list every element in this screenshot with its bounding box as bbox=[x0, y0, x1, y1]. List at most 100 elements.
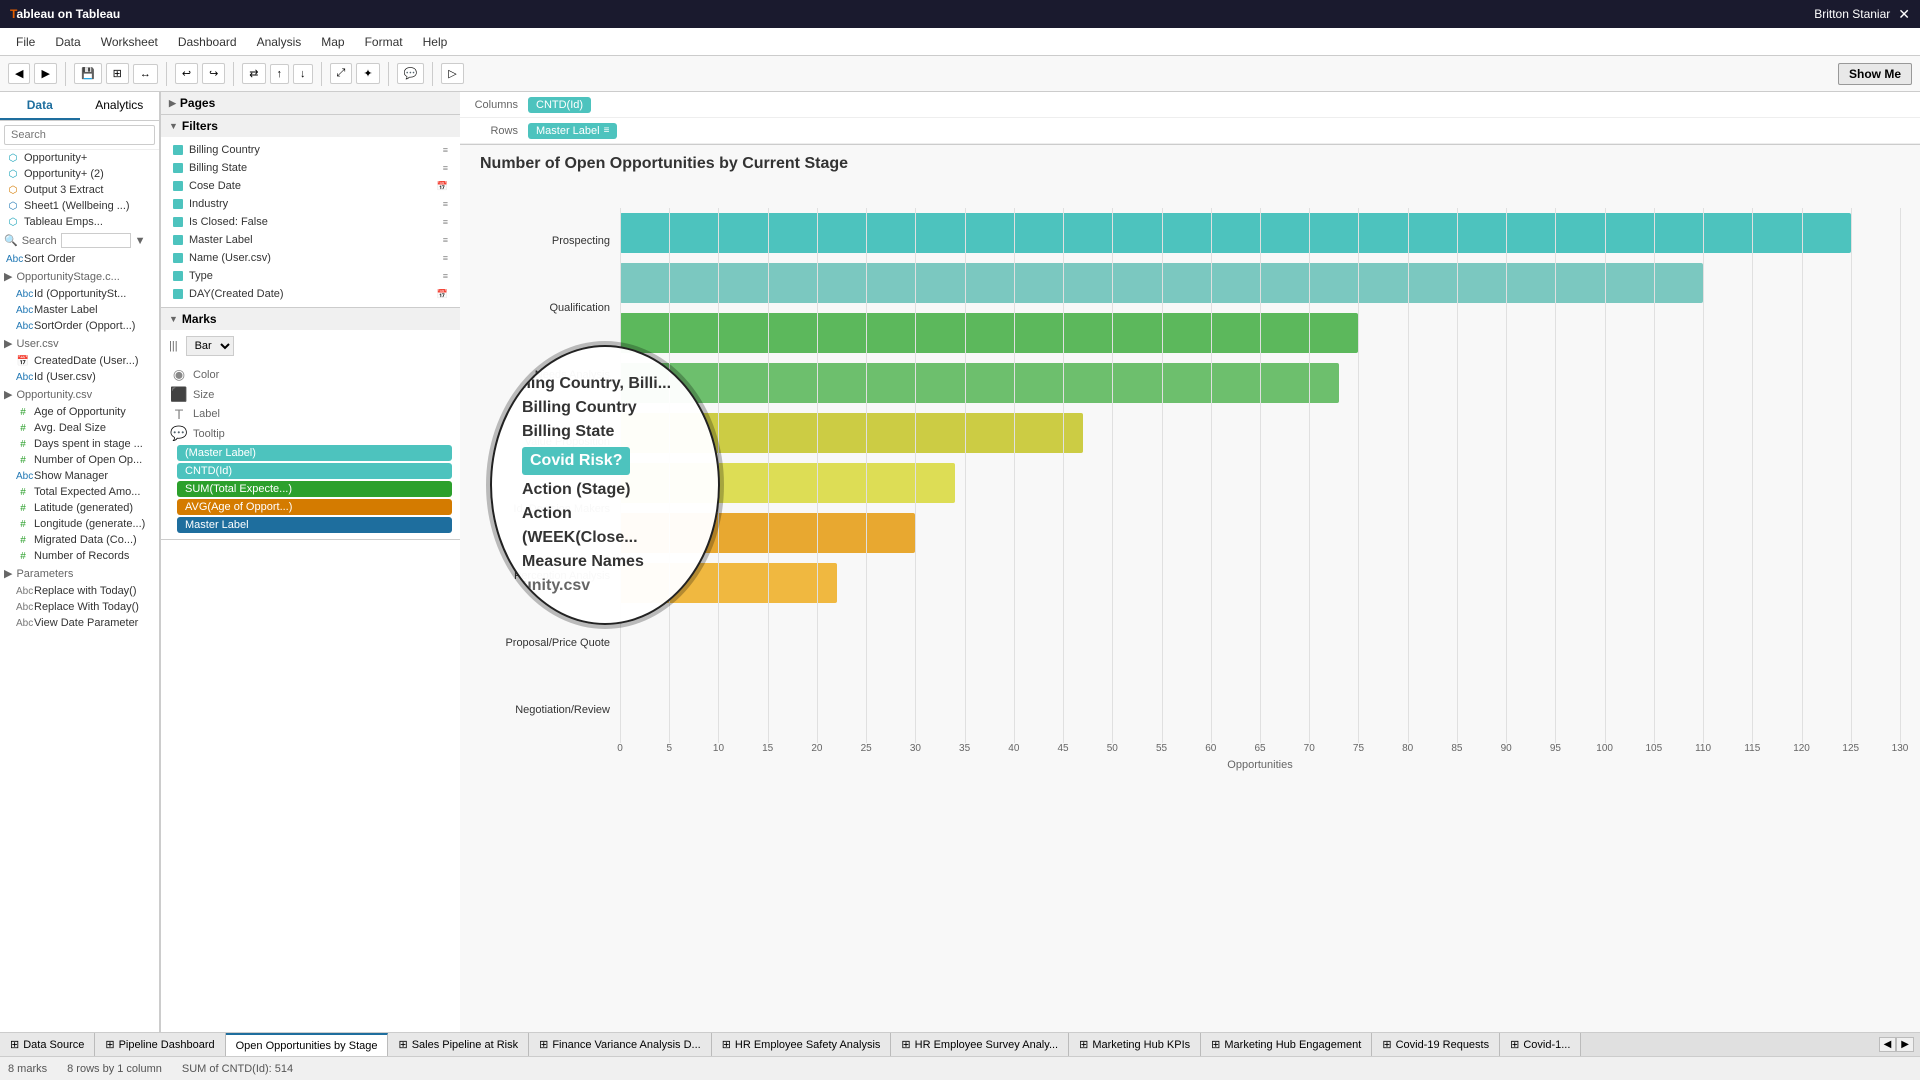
measure-age[interactable]: # Age of Opportunity bbox=[0, 404, 159, 420]
tab-open-opps[interactable]: Open Opportunities by Stage bbox=[226, 1033, 389, 1056]
toolbar-tooltip[interactable]: 💬 bbox=[397, 63, 425, 84]
dim-master-label[interactable]: Abc Master Label bbox=[0, 302, 159, 318]
chart-bar[interactable] bbox=[620, 263, 1703, 303]
filter-type[interactable]: Type ≡ bbox=[169, 267, 452, 285]
search-section-header[interactable]: 🔍 Search ▼ bbox=[0, 230, 159, 251]
marks-pill-cntd[interactable]: CNTD(Id) bbox=[177, 463, 452, 479]
param-2[interactable]: Abc Replace With Today() bbox=[0, 599, 159, 615]
tab-analytics[interactable]: Analytics bbox=[80, 92, 160, 120]
section-user-csv[interactable]: ▶ User.csv bbox=[0, 334, 159, 353]
section-opp-csv[interactable]: ▶ Opportunity.csv bbox=[0, 385, 159, 404]
filter-close-date[interactable]: Cose Date 📅 bbox=[169, 177, 452, 195]
bar-row[interactable] bbox=[620, 558, 1900, 608]
chart-bar[interactable] bbox=[620, 363, 1339, 403]
section-opp-stage[interactable]: ▶ OpportunityStage.c... bbox=[0, 267, 159, 286]
chart-bar[interactable] bbox=[620, 313, 1358, 353]
filter-search-input[interactable] bbox=[61, 233, 131, 248]
toolbar-sort-desc[interactable]: ↓ bbox=[293, 64, 313, 84]
measure-days-spent[interactable]: # Days spent in stage ... bbox=[0, 436, 159, 452]
toolbar-highlight[interactable]: ✦ bbox=[356, 63, 379, 84]
tab-finance[interactable]: ⊞ Finance Variance Analysis D... bbox=[529, 1033, 712, 1056]
toolbar-connect[interactable]: ↔ bbox=[133, 64, 158, 84]
filter-name-user[interactable]: Name (User.csv) ≡ bbox=[169, 249, 452, 267]
marks-header[interactable]: ▼ Marks bbox=[161, 308, 460, 330]
toolbar-fit[interactable]: ⤢ bbox=[330, 63, 353, 84]
chart-bar[interactable] bbox=[620, 213, 1851, 253]
search-input[interactable] bbox=[4, 125, 155, 145]
bar-row[interactable] bbox=[620, 408, 1900, 458]
marks-pill-master-label-2[interactable]: Master Label bbox=[177, 517, 452, 533]
ds-output-3[interactable]: ⬡ Output 3 Extract bbox=[0, 182, 159, 198]
marks-pill-sum-total[interactable]: SUM(Total Expecte...) bbox=[177, 481, 452, 497]
measure-lon[interactable]: # Longitude (generate...) bbox=[0, 516, 159, 532]
chart-bar[interactable] bbox=[620, 413, 1083, 453]
tab-data[interactable]: Data bbox=[0, 92, 80, 120]
user-id[interactable]: Abc Id (User.csv) bbox=[0, 369, 159, 385]
user-created-date[interactable]: 📅 CreatedDate (User...) bbox=[0, 353, 159, 369]
chart-bar[interactable] bbox=[620, 513, 915, 553]
rows-pill[interactable]: Master Label ≡ bbox=[528, 123, 617, 139]
toolbar-save[interactable]: 💾 bbox=[74, 63, 102, 84]
bar-row[interactable] bbox=[620, 508, 1900, 558]
show-me-button[interactable]: Show Me bbox=[1838, 63, 1912, 85]
tab-covid-1[interactable]: ⊞ Covid-1... bbox=[1500, 1033, 1581, 1056]
dim-id-opport[interactable]: Abc Id (OpportunitySt... bbox=[0, 286, 159, 302]
tab-sales-pipeline[interactable]: ⊞ Sales Pipeline at Risk bbox=[388, 1033, 529, 1056]
tab-scroll-right[interactable]: ▶ bbox=[1896, 1037, 1914, 1052]
chart-bar[interactable] bbox=[620, 463, 955, 503]
columns-pill[interactable]: CNTD(Id) bbox=[528, 97, 591, 113]
toolbar-new-ds[interactable]: ⊞ bbox=[106, 63, 129, 84]
param-3[interactable]: Abc View Date Parameter bbox=[0, 615, 159, 631]
filter-billing-state[interactable]: Billing State ≡ bbox=[169, 159, 452, 177]
filter-is-closed[interactable]: Is Closed: False ≡ bbox=[169, 213, 452, 231]
param-1[interactable]: Abc Replace with Today() bbox=[0, 583, 159, 599]
menu-file[interactable]: File bbox=[8, 33, 43, 51]
filter-billing-country[interactable]: Billing Country ≡ bbox=[169, 141, 452, 159]
measure-show-mgr[interactable]: Abc Show Manager bbox=[0, 468, 159, 484]
measure-total-exp[interactable]: # Total Expected Amo... bbox=[0, 484, 159, 500]
marks-type-select[interactable]: Bar bbox=[186, 336, 234, 356]
measure-lat[interactable]: # Latitude (generated) bbox=[0, 500, 159, 516]
menu-analysis[interactable]: Analysis bbox=[249, 33, 310, 51]
measure-migrated[interactable]: # Migrated Data (Co...) bbox=[0, 532, 159, 548]
toolbar-undo[interactable]: ↩ bbox=[175, 63, 198, 84]
measure-num-records[interactable]: # Number of Records bbox=[0, 548, 159, 564]
toolbar-present[interactable]: ▷ bbox=[441, 63, 463, 84]
bar-row[interactable] bbox=[620, 308, 1900, 358]
tab-data-source[interactable]: ⊞ Data Source bbox=[0, 1033, 95, 1056]
tab-covid-requests[interactable]: ⊞ Covid-19 Requests bbox=[1372, 1033, 1500, 1056]
measure-avg-deal[interactable]: # Avg. Deal Size bbox=[0, 420, 159, 436]
measure-num-open[interactable]: # Number of Open Op... bbox=[0, 452, 159, 468]
bar-row[interactable] bbox=[620, 458, 1900, 508]
bar-row[interactable] bbox=[620, 208, 1900, 258]
ds-tableau-emps[interactable]: ⬡ Tableau Emps... bbox=[0, 214, 159, 230]
tab-pipeline-dashboard[interactable]: ⊞ Pipeline Dashboard bbox=[95, 1033, 225, 1056]
close-button[interactable]: ✕ bbox=[1898, 6, 1910, 23]
menu-format[interactable]: Format bbox=[357, 33, 411, 51]
tab-hr-survey[interactable]: ⊞ HR Employee Survey Analy... bbox=[891, 1033, 1069, 1056]
bar-row[interactable] bbox=[620, 358, 1900, 408]
ds-opportunity-plus-2[interactable]: ⬡ Opportunity+ (2) bbox=[0, 166, 159, 182]
menu-dashboard[interactable]: Dashboard bbox=[170, 33, 245, 51]
tab-mktg-kpis[interactable]: ⊞ Marketing Hub KPIs bbox=[1069, 1033, 1201, 1056]
toolbar-back[interactable]: ◀ bbox=[8, 63, 30, 84]
filter-industry[interactable]: Industry ≡ bbox=[169, 195, 452, 213]
menu-worksheet[interactable]: Worksheet bbox=[93, 33, 166, 51]
toolbar-forward[interactable]: ▶ bbox=[34, 63, 56, 84]
menu-map[interactable]: Map bbox=[313, 33, 352, 51]
bar-row[interactable] bbox=[620, 258, 1900, 308]
dim-sort-order-opp[interactable]: Abc SortOrder (Opport...) bbox=[0, 318, 159, 334]
ds-opportunity-plus[interactable]: ⬡ Opportunity+ bbox=[0, 150, 159, 166]
toolbar-swap[interactable]: ⇄ bbox=[242, 63, 265, 84]
pages-header[interactable]: ▶ Pages bbox=[161, 92, 460, 114]
toolbar-sort-asc[interactable]: ↑ bbox=[270, 64, 290, 84]
toolbar-redo[interactable]: ↪ bbox=[202, 63, 225, 84]
dim-sort-order[interactable]: Abc Sort Order bbox=[0, 251, 159, 267]
ds-sheet1[interactable]: ⬡ Sheet1 (Wellbeing ...) bbox=[0, 198, 159, 214]
tab-scroll-left[interactable]: ◀ bbox=[1879, 1037, 1897, 1052]
section-params[interactable]: ▶ Parameters bbox=[0, 564, 159, 583]
filter-day-created[interactable]: DAY(Created Date) 📅 bbox=[169, 285, 452, 303]
marks-pill-avg-age[interactable]: AVG(Age of Opport...) bbox=[177, 499, 452, 515]
menu-help[interactable]: Help bbox=[415, 33, 456, 51]
menu-data[interactable]: Data bbox=[47, 33, 88, 51]
